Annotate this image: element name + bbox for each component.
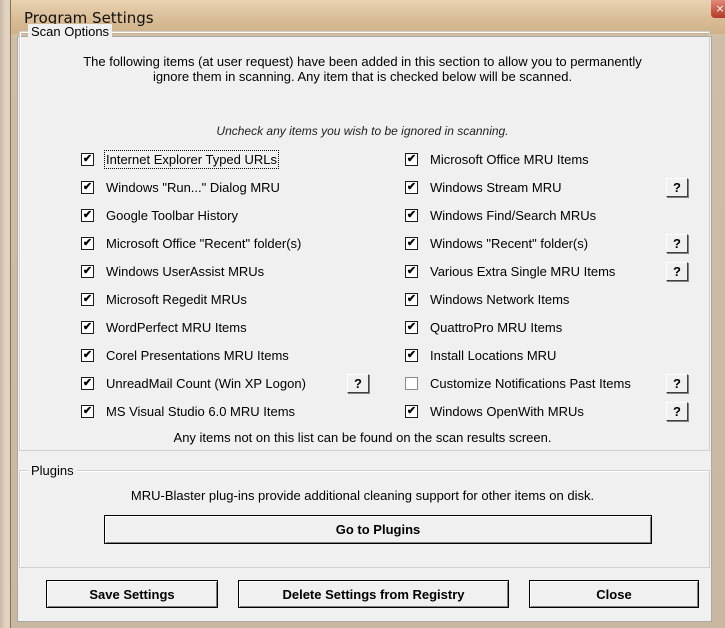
plugins-legend: Plugins (28, 463, 77, 478)
check-mark-icon: ✔ (406, 292, 417, 305)
checkbox[interactable]: ✔ (81, 376, 94, 390)
option-quattropro-mru[interactable]: ✔ QuattroPro MRU Items (405, 318, 562, 336)
check-mark-icon: ✔ (82, 292, 93, 305)
option-google-toolbar-history[interactable]: ✔ Google Toolbar History (81, 206, 238, 224)
option-office-recent-folders[interactable]: ✔ Microsoft Office "Recent" folder(s) (81, 234, 301, 252)
checkbox[interactable]: ✔ (405, 180, 418, 194)
save-settings-button[interactable]: Save Settings (46, 580, 218, 608)
option-ie-typed-urls[interactable]: ✔ Internet Explorer Typed URLs (81, 149, 280, 169)
checkbox[interactable]: ✔ (81, 236, 94, 250)
option-extra-single-mru[interactable]: ✔ Various Extra Single MRU Items (405, 262, 615, 280)
checkbox[interactable]: ✔ (405, 152, 418, 166)
go-to-plugins-button[interactable]: Go to Plugins (104, 515, 652, 544)
check-mark-icon: ✔ (82, 152, 93, 165)
scan-results-note: Any items not on this list can be found … (173, 430, 552, 445)
check-mark-icon: ✔ (82, 264, 93, 277)
check-mark-icon: ✔ (406, 264, 417, 277)
checkbox[interactable]: ✔ (405, 404, 418, 418)
checkbox[interactable]: ✔ (405, 320, 418, 334)
check-mark-icon: ✔ (82, 404, 93, 417)
option-label: WordPerfect MRU Items (106, 319, 247, 335)
checkbox[interactable] (405, 376, 418, 390)
checkbox[interactable]: ✔ (81, 320, 94, 334)
option-label: Google Toolbar History (106, 207, 238, 223)
help-extra-single-mru-button[interactable]: ? (666, 262, 688, 281)
option-label: Windows UserAssist MRUs (106, 263, 265, 279)
check-mark-icon: ✔ (406, 208, 417, 221)
option-find-search-mrus[interactable]: ✔ Windows Find/Search MRUs (405, 206, 596, 224)
option-label: Microsoft Office "Recent" folder(s) (106, 235, 302, 251)
checkbox[interactable]: ✔ (405, 292, 418, 306)
option-label: Customize Notifications Past Items (430, 375, 631, 391)
help-windows-stream-button[interactable]: ? (666, 178, 688, 197)
checkbox[interactable]: ✔ (405, 348, 418, 362)
check-mark-icon: ✔ (82, 236, 93, 249)
option-install-locations-mru[interactable]: ✔ Install Locations MRU (405, 346, 556, 364)
option-customize-notifications[interactable]: Customize Notifications Past Items (405, 374, 631, 392)
check-mark-icon: ✔ (406, 320, 417, 333)
check-mark-icon: ✔ (406, 404, 417, 417)
option-label: QuattroPro MRU Items (430, 319, 563, 335)
intro-line-2: ignore them in scanning. Any item that i… (152, 69, 573, 84)
check-mark-icon: ✔ (82, 320, 93, 333)
check-mark-icon: ✔ (82, 180, 93, 193)
delete-settings-button[interactable]: Delete Settings from Registry (238, 580, 509, 608)
option-windows-stream-mru[interactable]: ✔ Windows Stream MRU (405, 178, 561, 196)
help-unreadmail-button[interactable]: ? (347, 374, 369, 393)
checkbox[interactable]: ✔ (81, 264, 94, 278)
checkbox[interactable]: ✔ (81, 208, 94, 222)
option-label: UnreadMail Count (Win XP Logon) (106, 375, 306, 391)
checkbox[interactable]: ✔ (81, 348, 94, 362)
checkbox[interactable]: ✔ (81, 180, 94, 194)
checkbox[interactable]: ✔ (405, 208, 418, 222)
checkbox[interactable]: ✔ (81, 404, 94, 418)
option-label: Windows Find/Search MRUs (430, 207, 597, 223)
check-mark-icon: ✔ (406, 152, 417, 165)
close-icon[interactable]: × (711, 0, 725, 18)
option-network-items[interactable]: ✔ Windows Network Items (405, 290, 569, 308)
option-visual-studio-mru[interactable]: ✔ MS Visual Studio 6.0 MRU Items (81, 402, 295, 420)
scan-options-legend: Scan Options (28, 24, 113, 39)
option-label: Corel Presentations MRU Items (106, 347, 289, 363)
checkbox[interactable]: ✔ (81, 292, 94, 306)
check-mark-icon: ✔ (406, 236, 417, 249)
help-windows-recent-button[interactable]: ? (666, 234, 688, 253)
intro-line-1: The following items (at user request) ha… (83, 54, 642, 69)
option-wordperfect-mru[interactable]: ✔ WordPerfect MRU Items (81, 318, 247, 336)
option-label: Microsoft Office MRU Items (430, 151, 589, 167)
title-bar[interactable]: Program Settings (11, 0, 725, 34)
check-mark-icon: ✔ (82, 208, 93, 221)
help-customize-notifications-button[interactable]: ? (666, 374, 688, 393)
option-label: Various Extra Single MRU Items (430, 263, 616, 279)
option-label: Install Locations MRU (430, 347, 557, 363)
checkbox[interactable]: ✔ (405, 236, 418, 250)
check-mark-icon: ✔ (82, 376, 93, 389)
option-label: Windows "Run..." Dialog MRU (106, 179, 280, 195)
option-userassist-mrus[interactable]: ✔ Windows UserAssist MRUs (81, 262, 264, 280)
scan-options-intro: The following items (at user request) ha… (0, 54, 725, 84)
option-corel-presentations-mru[interactable]: ✔ Corel Presentations MRU Items (81, 346, 289, 364)
uncheck-hint: Uncheck any items you wish to be ignored… (216, 124, 509, 138)
option-regedit-mrus[interactable]: ✔ Microsoft Regedit MRUs (81, 290, 247, 308)
option-office-mru-items[interactable]: ✔ Microsoft Office MRU Items (405, 150, 589, 168)
checkbox[interactable]: ✔ (81, 152, 94, 166)
checkbox[interactable]: ✔ (405, 264, 418, 278)
option-label: Windows Network Items (430, 291, 570, 307)
option-label: MS Visual Studio 6.0 MRU Items (106, 403, 296, 419)
option-openwith-mrus[interactable]: ✔ Windows OpenWith MRUs (405, 402, 584, 420)
plugins-description: MRU-Blaster plug-ins provide additional … (130, 488, 595, 503)
option-label: Internet Explorer Typed URLs (103, 149, 280, 169)
option-label: Windows "Recent" folder(s) (430, 235, 589, 251)
close-button[interactable]: Close (529, 580, 699, 608)
option-windows-run-mru[interactable]: ✔ Windows "Run..." Dialog MRU (81, 178, 280, 196)
check-mark-icon: ✔ (406, 180, 417, 193)
check-mark-icon: ✔ (406, 348, 417, 361)
option-windows-recent-folders[interactable]: ✔ Windows "Recent" folder(s) (405, 234, 588, 252)
option-unreadmail-count[interactable]: ✔ UnreadMail Count (Win XP Logon) (81, 374, 306, 392)
option-label: Microsoft Regedit MRUs (106, 291, 247, 307)
option-label: Windows Stream MRU (430, 179, 562, 195)
help-openwith-button[interactable]: ? (666, 402, 688, 421)
check-mark-icon: ✔ (82, 348, 93, 361)
option-label: Windows OpenWith MRUs (430, 403, 584, 419)
